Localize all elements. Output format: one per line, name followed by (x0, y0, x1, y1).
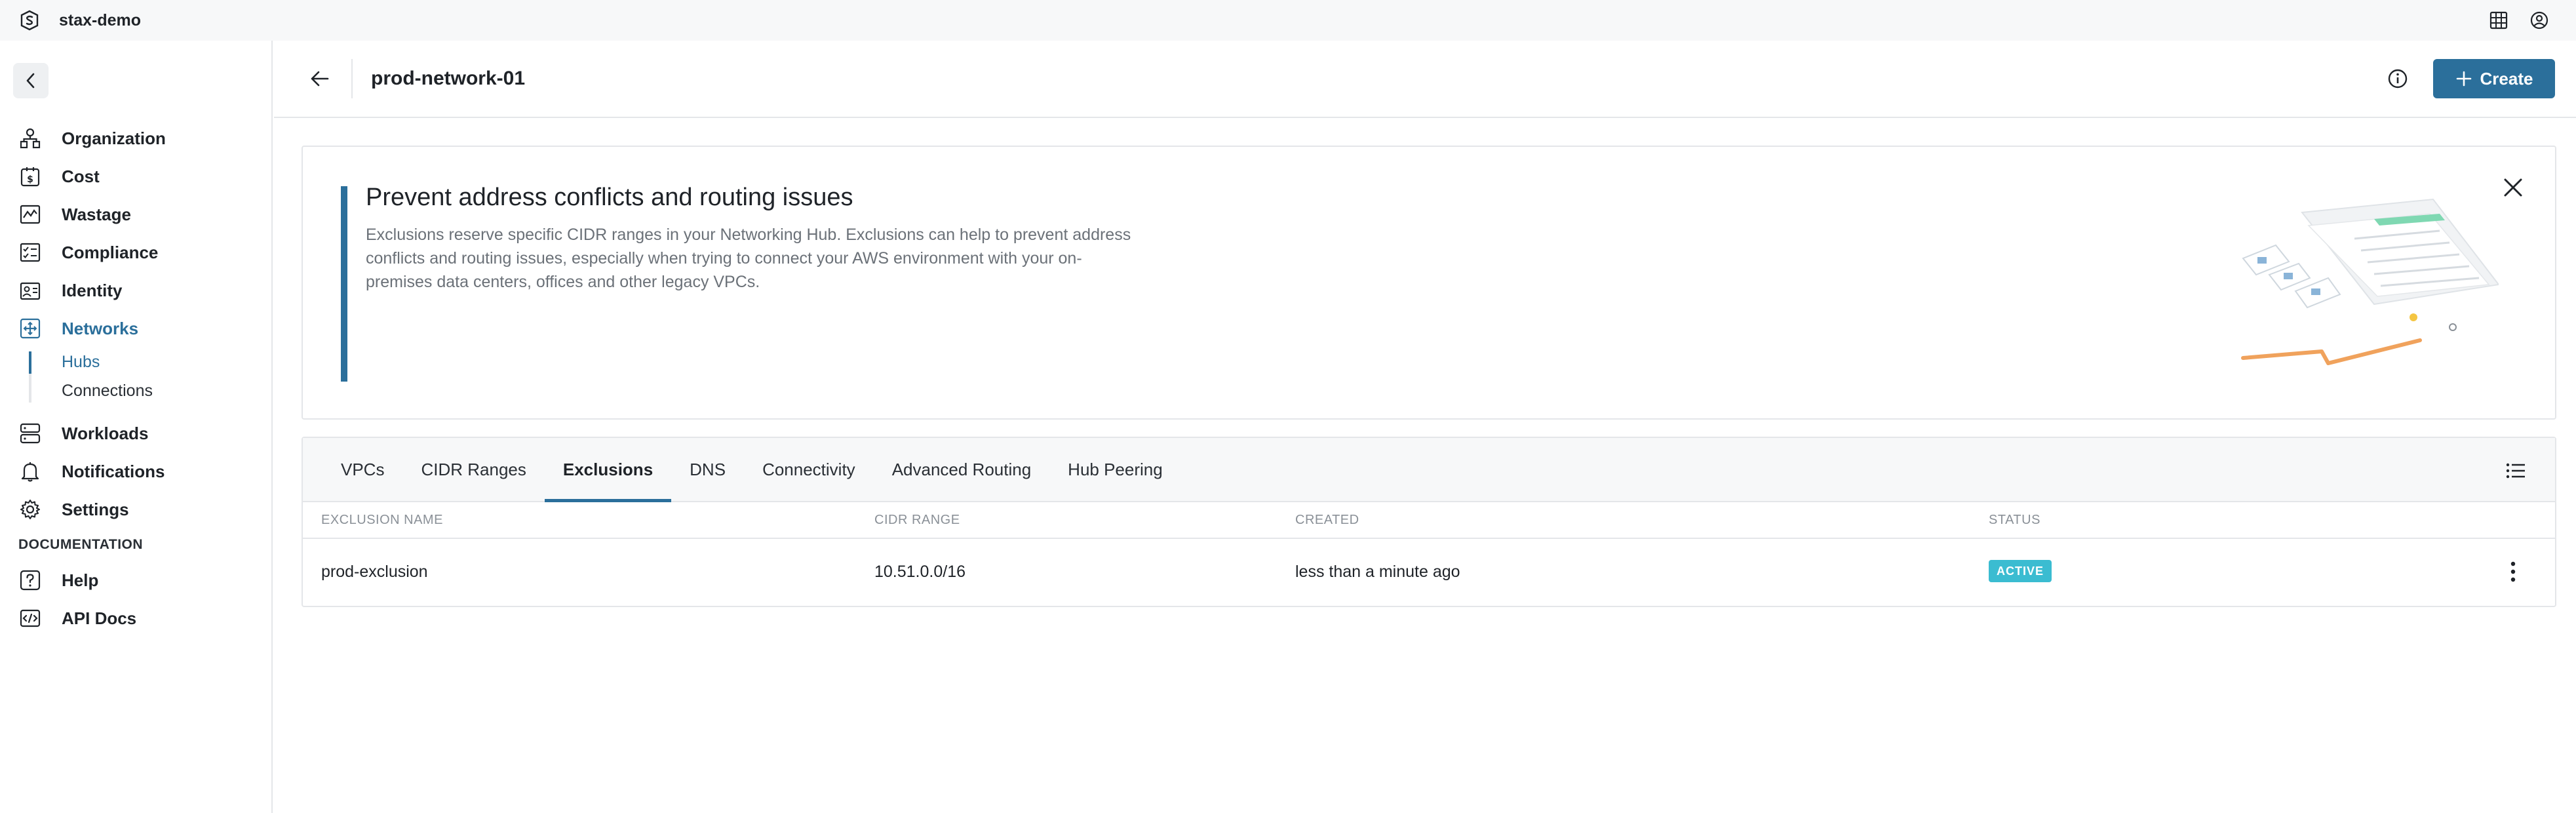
header-divider (351, 59, 353, 98)
sidebar-item-workloads[interactable]: Workloads (0, 414, 271, 452)
tab-dns[interactable]: DNS (671, 438, 744, 501)
create-button[interactable]: Create (2433, 59, 2555, 98)
sidebar-item-label: Notifications (62, 461, 165, 481)
sidebar-item-api-docs[interactable]: API Docs (0, 599, 271, 637)
back-button[interactable] (303, 62, 337, 96)
sidebar-item-label: Wastage (62, 204, 131, 224)
page-header: prod-network-01 Create (274, 41, 2576, 118)
sidebar-item-label: API Docs (62, 608, 137, 628)
app-grid-icon[interactable] (2488, 10, 2509, 31)
tab-vpcs[interactable]: VPCs (322, 438, 402, 501)
close-banner-button[interactable] (2497, 172, 2529, 203)
collapse-sidebar-button[interactable] (13, 63, 49, 98)
sidebar-item-label: Identity (62, 280, 123, 300)
tab-cidr-ranges[interactable]: CIDR Ranges (402, 438, 544, 501)
sidebar-item-label: Networks (62, 318, 139, 338)
workloads-icon (18, 422, 42, 445)
top-bar: stax-demo (0, 0, 2576, 41)
svg-text:$: $ (27, 174, 33, 185)
stax-logo-icon[interactable] (18, 9, 41, 31)
org-name[interactable]: stax-demo (59, 11, 141, 30)
create-button-label: Create (2480, 68, 2533, 89)
cidr-range-cell: 10.51.0.0/16 (874, 563, 966, 581)
cost-icon: $ (18, 165, 42, 188)
more-actions-icon[interactable] (2501, 559, 2525, 585)
sidebar-item-label: Organization (62, 128, 166, 148)
subnav-item-hubs[interactable]: Hubs (62, 347, 271, 376)
sidebar-item-identity[interactable]: Identity (0, 271, 271, 309)
gear-icon (18, 498, 42, 521)
networking-illustration (2241, 198, 2499, 365)
identity-icon (18, 279, 42, 302)
close-icon (2504, 178, 2522, 197)
tab-hub-peering[interactable]: Hub Peering (1049, 438, 1181, 501)
info-icon[interactable] (2385, 66, 2411, 92)
sidebar: Organization $ Cost Wastage Compliance I… (0, 41, 273, 813)
page-title: prod-network-01 (371, 68, 526, 89)
created-cell: less than a minute ago (1295, 563, 1460, 581)
sidebar-item-label: Compliance (62, 242, 159, 262)
bell-icon (18, 460, 42, 483)
plus-icon (2456, 71, 2471, 87)
sidebar-item-label: Settings (62, 499, 129, 519)
sidebar-item-label: Workloads (62, 423, 149, 443)
arrow-left-icon (311, 71, 329, 87)
sidebar-nav: Organization $ Cost Wastage Compliance I… (0, 119, 271, 637)
documentation-section-label: DOCUMENTATION (18, 537, 144, 552)
sidebar-item-organization[interactable]: Organization (0, 119, 271, 157)
wastage-icon (18, 203, 42, 226)
sidebar-item-label: Help (62, 570, 99, 590)
column-list-icon[interactable] (2503, 458, 2529, 484)
banner-accent-bar (341, 186, 347, 382)
tab-advanced-routing[interactable]: Advanced Routing (874, 438, 1049, 501)
sidebar-item-settings[interactable]: Settings (0, 490, 271, 528)
sidebar-item-label: Cost (62, 166, 100, 186)
organization-icon (18, 127, 42, 150)
tab-connectivity[interactable]: Connectivity (744, 438, 874, 501)
column-header-cidr-range[interactable]: CIDR RANGE (874, 513, 960, 528)
tab-exclusions[interactable]: Exclusions (544, 438, 672, 502)
subnav-rail-active (29, 351, 31, 374)
sidebar-item-compliance[interactable]: Compliance (0, 233, 271, 271)
column-header-created[interactable]: CREATED (1295, 513, 1359, 528)
api-docs-icon (18, 606, 42, 630)
sidebar-item-notifications[interactable]: Notifications (0, 452, 271, 490)
sidebar-item-cost[interactable]: $ Cost (0, 157, 271, 195)
banner-title: Prevent address conflicts and routing is… (366, 184, 853, 211)
table-header: EXCLUSION NAME CIDR RANGE CREATED STATUS (303, 502, 2555, 539)
subnav-item-connections[interactable]: Connections (62, 376, 271, 405)
sidebar-item-networks[interactable]: Networks (0, 309, 271, 347)
sidebar-item-help[interactable]: Help (0, 561, 271, 599)
tab-bar: VPCs CIDR Ranges Exclusions DNS Connecti… (303, 438, 2555, 502)
info-banner: Prevent address conflicts and routing is… (302, 146, 2556, 420)
banner-text: Exclusions reserve specific CIDR ranges … (366, 226, 1131, 291)
chevron-left-icon (26, 73, 35, 89)
table-row[interactable]: prod-exclusion 10.51.0.0/16 less than a … (303, 539, 2555, 605)
column-header-exclusion-name[interactable]: EXCLUSION NAME (321, 513, 443, 528)
compliance-icon (18, 241, 42, 264)
status-badge: ACTIVE (1989, 560, 2052, 582)
column-header-status[interactable]: STATUS (1989, 513, 2040, 528)
sidebar-item-wastage[interactable]: Wastage (0, 195, 271, 233)
user-account-icon[interactable] (2529, 10, 2550, 31)
networks-subnav: Hubs Connections (0, 347, 271, 405)
help-icon (18, 568, 42, 592)
networks-icon (18, 317, 42, 340)
exclusions-panel: VPCs CIDR Ranges Exclusions DNS Connecti… (302, 437, 2556, 607)
exclusion-name-cell: prod-exclusion (321, 563, 428, 581)
